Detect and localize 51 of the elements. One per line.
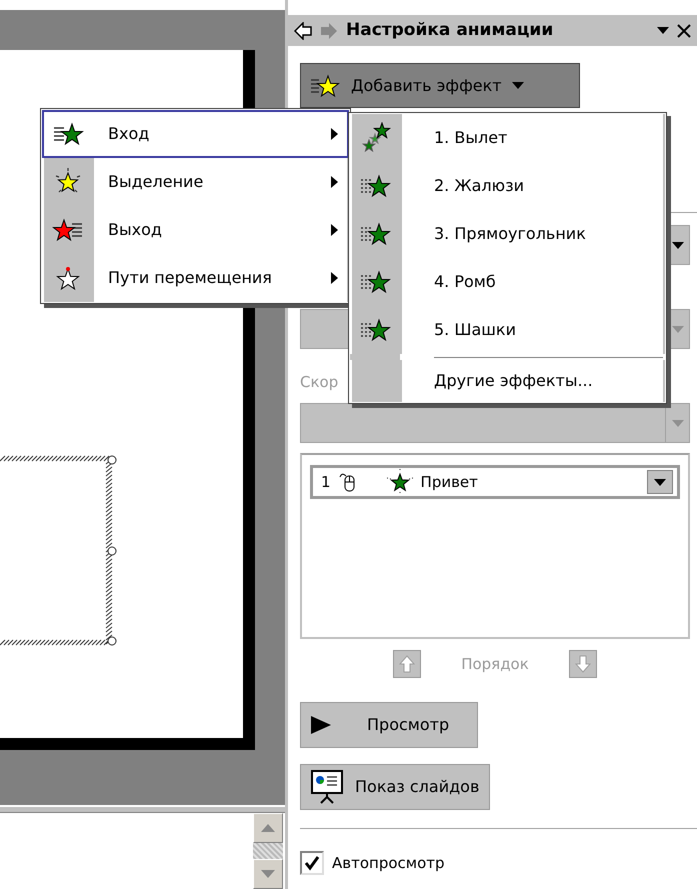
star-icon (360, 269, 392, 295)
star-icon (360, 122, 392, 154)
menu-item[interactable]: 2. Жалюзи (350, 162, 665, 210)
menu-item[interactable]: 3. Прямоугольник (350, 210, 665, 258)
menu-item[interactable]: Другие эффекты... (350, 360, 665, 402)
autopreview-label: Автопросмотр (332, 852, 445, 874)
dropdown-button[interactable] (647, 470, 673, 494)
submenu-arrow-icon (330, 272, 338, 284)
effect-name: Привет (420, 472, 479, 493)
menu-item[interactable]: Выход (42, 206, 349, 254)
submenu-arrow-icon (330, 224, 338, 236)
scroll-down-button[interactable] (253, 859, 283, 889)
submenu-arrow-icon (330, 176, 338, 188)
checkbox[interactable] (300, 851, 324, 875)
add-effect-button[interactable]: Добавить эффект (300, 63, 580, 108)
menu-item[interactable]: 4. Ромб (350, 258, 665, 306)
move-down-button[interactable] (568, 650, 597, 678)
dropdown-arrow-icon[interactable] (657, 27, 669, 34)
scroll-up-button[interactable] (253, 813, 283, 843)
down-arrow-icon (261, 870, 275, 878)
star-icon (52, 121, 84, 147)
caret-icon (654, 478, 666, 486)
star-icon (53, 264, 83, 292)
menu-item[interactable]: Пути перемещения (42, 254, 349, 302)
star-icon (360, 221, 392, 247)
order-label: Порядок (461, 654, 529, 675)
menu-item[interactable]: Вход (42, 110, 349, 158)
menu-item[interactable]: 1. Вылет (350, 114, 665, 162)
speed-label: Скор (300, 372, 338, 391)
projector-screen-icon (311, 770, 343, 804)
menu-item[interactable]: 5. Шашки (350, 306, 665, 354)
up-arrow-icon (399, 655, 416, 673)
star-icon (360, 173, 392, 199)
submenu-arrow-icon (330, 128, 338, 140)
star-icon (309, 72, 341, 98)
effect-number: 1 (321, 472, 331, 493)
back-arrow-icon[interactable] (294, 22, 312, 40)
preview-button[interactable]: Просмотр (300, 702, 478, 748)
close-icon[interactable] (677, 24, 691, 38)
mouse-icon (338, 471, 355, 493)
effect-list-item[interactable]: 1 Привет (310, 465, 680, 499)
move-up-button[interactable] (393, 650, 422, 678)
pane-title: Настройка анимации (346, 18, 554, 42)
up-arrow-icon (261, 824, 275, 832)
slideshow-button[interactable]: Показ слайдов (300, 764, 490, 810)
star-icon (360, 317, 392, 343)
down-arrow-icon (574, 655, 591, 673)
menu-item[interactable]: Выделение (42, 158, 349, 206)
star-icon (52, 217, 84, 243)
play-icon (311, 716, 331, 734)
caret-icon (512, 82, 524, 89)
